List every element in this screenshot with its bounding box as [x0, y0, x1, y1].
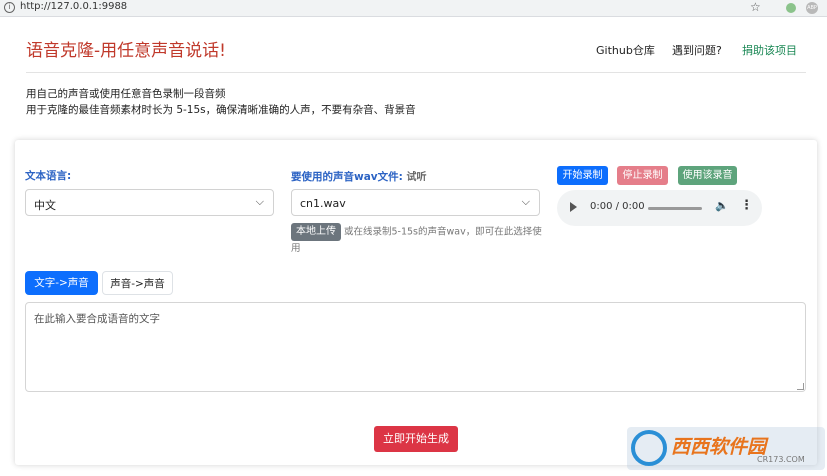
page-title: 语音克隆-用任意声音说话!: [26, 41, 226, 61]
tab-text-to-speech[interactable]: 文字->声音: [25, 271, 98, 295]
nav-donate-link[interactable]: 捐助该项目: [742, 42, 797, 58]
browser-address-bar: i http://127.0.0.1:9988 ☆ ABP: [0, 0, 827, 17]
wav-select-value: cn1.wav: [300, 197, 346, 210]
wav-label: 要使用的声音wav文件: 试听: [291, 168, 427, 184]
resize-handle[interactable]: [797, 383, 804, 390]
audio-player: 0:00 / 0:00 🔈 ⋮: [557, 190, 762, 226]
wav-label-text: 要使用的声音wav文件:: [291, 171, 403, 183]
tts-text-input[interactable]: 在此输入要合成语音的文字: [25, 302, 806, 392]
site-watermark: 西西软件园 CR173.COM: [627, 427, 825, 470]
watermark-logo-icon: [631, 430, 667, 466]
stop-record-button[interactable]: 停止录制: [617, 166, 668, 185]
url-text[interactable]: http://127.0.0.1:9988: [20, 1, 127, 12]
watermark-site: CR173.COM: [757, 455, 805, 464]
use-recording-button[interactable]: 使用该录音: [678, 166, 737, 185]
upload-row: 本地上传 或在线录制5-15s的声音wav，即可在此选择使用: [291, 223, 546, 257]
intro-line-1: 用自己的声音或使用任意音色录制一段音频: [26, 88, 226, 100]
language-label: 文本语言:: [25, 170, 72, 182]
nav-issues-link[interactable]: 遇到问题?: [672, 42, 722, 58]
chevron-down-icon: ⌵: [255, 195, 264, 208]
wav-select[interactable]: cn1.wav ⌵: [291, 189, 540, 216]
watermark-brand: 西西软件园: [671, 436, 767, 458]
audio-time: 0:00 / 0:00: [590, 201, 645, 212]
textarea-placeholder: 在此输入要合成语音的文字: [34, 313, 160, 325]
audio-progress-slider[interactable]: [648, 207, 702, 210]
wav-preview-link[interactable]: 试听: [407, 172, 427, 183]
language-select[interactable]: 中文 ⌵: [25, 189, 274, 216]
adblock-icon[interactable]: ABP: [806, 2, 818, 14]
bookmark-star-icon[interactable]: ☆: [750, 0, 761, 14]
start-record-button[interactable]: 开始录制: [557, 166, 608, 185]
chevron-down-icon: ⌵: [521, 195, 530, 208]
generate-button[interactable]: 立即开始生成: [374, 426, 458, 452]
nav-github-link[interactable]: Github仓库: [596, 42, 655, 58]
info-icon[interactable]: i: [4, 2, 15, 13]
tab-voice-to-voice[interactable]: 声音->声音: [102, 271, 173, 295]
volume-icon[interactable]: 🔈: [715, 199, 729, 212]
local-upload-button[interactable]: 本地上传: [291, 223, 341, 241]
play-icon[interactable]: [570, 202, 577, 212]
extension-icon[interactable]: [786, 3, 796, 13]
more-options-icon[interactable]: ⋮: [740, 198, 753, 213]
header-divider: [26, 72, 806, 73]
language-select-value: 中文: [34, 199, 56, 212]
intro-line-2: 用于克隆的最佳音频素材时长为 5-15s，确保清晰准确的人声，不要有杂音、背景音: [26, 104, 416, 116]
